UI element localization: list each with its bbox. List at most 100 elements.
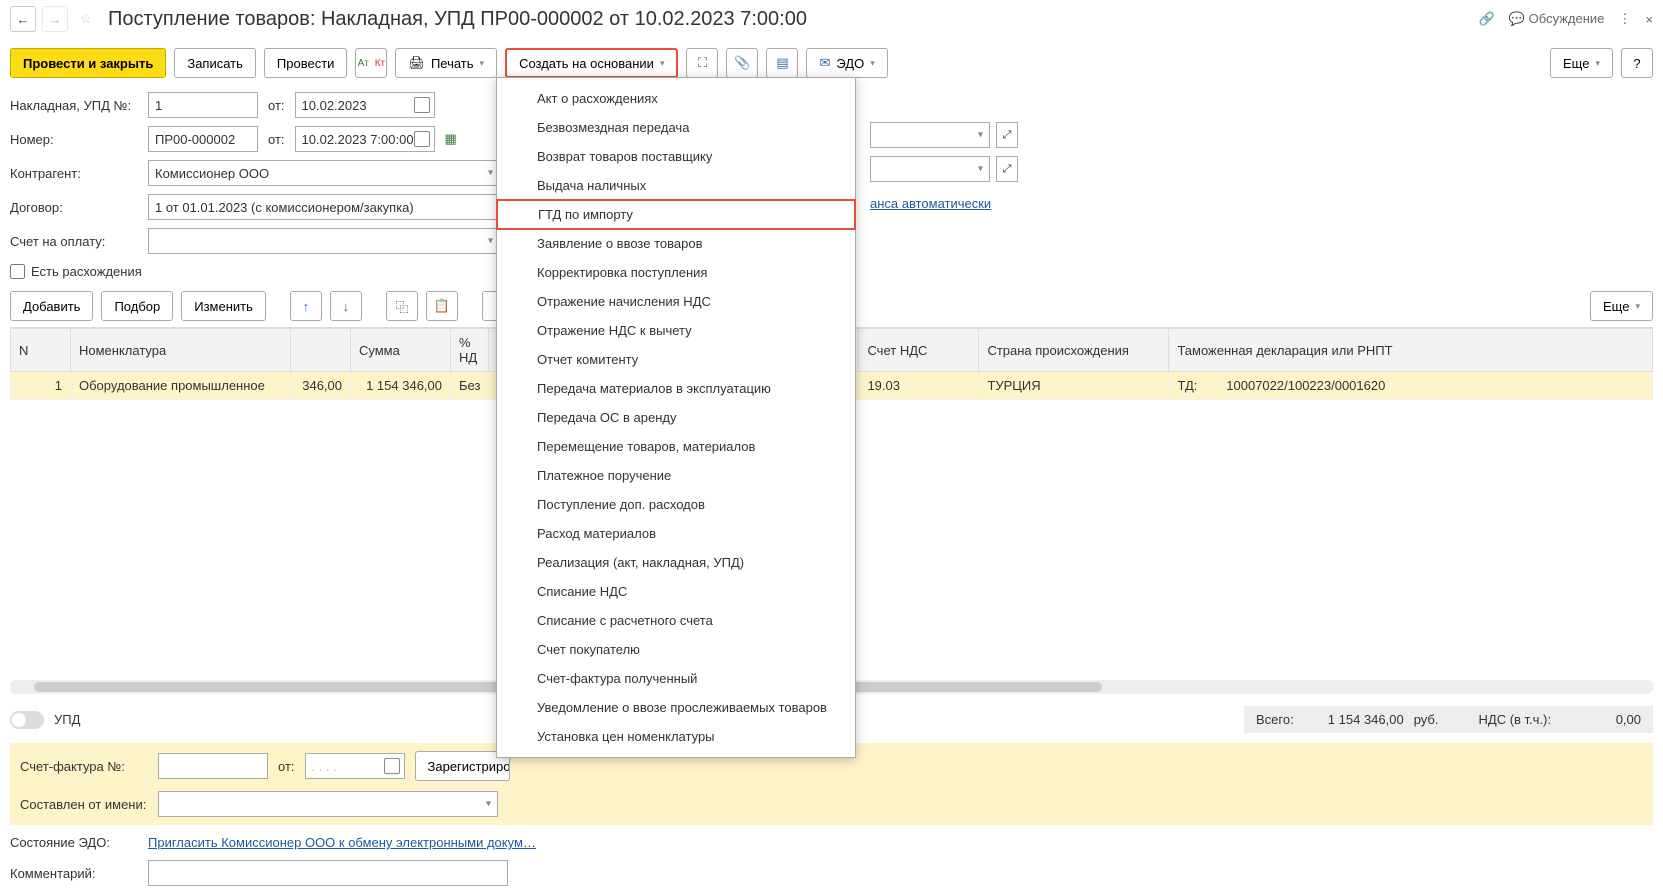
counterparty-input[interactable]: Комиссионер ООО (148, 160, 500, 186)
write-button[interactable]: Записать (174, 48, 256, 78)
dtct-icon-button[interactable]: АтКт (355, 48, 387, 78)
auto-advance-link[interactable]: анса автоматически (870, 196, 991, 211)
post-button[interactable]: Провести (264, 48, 348, 78)
menu-item[interactable]: Отчет комитенту (497, 345, 855, 374)
menu-item[interactable]: Передача материалов в эксплуатацию (497, 374, 855, 403)
number-label: Номер: (10, 132, 138, 147)
contract-input[interactable]: 1 от 01.01.2023 (с комиссионером/закупка… (148, 194, 518, 220)
menu-item[interactable]: Отражение начисления НДС (497, 287, 855, 316)
org-open-button[interactable]: ⤢ (996, 122, 1018, 148)
invoice-label: Накладная, УПД №: (10, 98, 138, 113)
currency-label: руб. (1414, 712, 1439, 727)
from-label-1: от: (268, 98, 285, 113)
composed-label: Составлен от имени: (20, 797, 148, 812)
col-sum[interactable]: Сумма (351, 329, 451, 372)
total-label: Всего: (1256, 712, 1294, 727)
copy-button[interactable]: ⿻ (386, 291, 418, 321)
menu-item[interactable]: Отражение НДС к вычету (497, 316, 855, 345)
create-based-on-menu: Акт о расхождениях Безвозмездная передач… (496, 77, 856, 758)
col-nomenclature[interactable]: Номенклатура (71, 329, 291, 372)
menu-item[interactable]: Корректировка поступления (497, 258, 855, 287)
related-icon-button[interactable]: ⛶ (686, 48, 718, 78)
menu-item[interactable]: Выдача наличных (497, 171, 855, 200)
discrepancy-label: Есть расхождения (31, 264, 142, 279)
sf-date-input[interactable]: . . . . (305, 753, 405, 779)
paste-button[interactable]: 📋 (426, 291, 458, 321)
nav-back-button[interactable]: ← (10, 6, 36, 32)
upd-toggle[interactable] (10, 711, 44, 729)
menu-item[interactable]: Поступление доп. расходов (497, 490, 855, 519)
col-customs[interactable]: Таможенная декларация или РНПТ (1169, 329, 1653, 372)
composed-input[interactable] (158, 791, 498, 817)
calendar-status-icon[interactable]: ▦ (445, 131, 457, 147)
move-down-button[interactable]: ↓ (330, 291, 362, 321)
menu-item[interactable]: Возврат товаров поставщику (497, 142, 855, 171)
menu-item[interactable]: Уведомление о ввозе прослеживаемых товар… (497, 693, 855, 722)
menu-item[interactable]: Акт о расхождениях (497, 84, 855, 113)
warehouse-open-button[interactable]: ⤢ (996, 156, 1018, 182)
change-button[interactable]: Изменить (181, 291, 266, 321)
col-vat-account[interactable]: Счет НДС (859, 329, 979, 372)
favorite-icon[interactable]: ☆ (74, 7, 98, 31)
col-origin[interactable]: Страна происхождения (979, 329, 1169, 372)
menu-item[interactable]: Списание НДС (497, 577, 855, 606)
link-icon[interactable]: 🔗 (1479, 11, 1495, 27)
send-icon: ✉ (819, 55, 830, 71)
nav-forward-button[interactable]: → (42, 6, 68, 32)
warehouse-dropdown[interactable] (870, 156, 990, 182)
edo-state-label: Состояние ЭДО: (10, 835, 138, 850)
menu-item[interactable]: Платежное поручение (497, 461, 855, 490)
kebab-icon[interactable]: ⋮ (1618, 11, 1631, 27)
col-vat-pct[interactable]: % НД (451, 329, 489, 372)
menu-item[interactable]: Расход материалов (497, 519, 855, 548)
sf-from-label: от: (278, 759, 295, 774)
upd-label: УПД (54, 712, 80, 727)
printer-icon: 🖨 (408, 55, 425, 71)
number-input[interactable]: ПР00-000002 (148, 126, 258, 152)
list-icon-button[interactable]: ▤ (766, 48, 798, 78)
vat-value: 0,00 (1561, 712, 1641, 727)
vat-label: НДС (в т.ч.): (1479, 712, 1552, 727)
sf-no-input[interactable] (158, 753, 268, 779)
add-row-button[interactable]: Добавить (10, 291, 93, 321)
table-more-button[interactable]: Еще▾ (1590, 291, 1653, 321)
comment-input[interactable] (148, 860, 508, 886)
col-n[interactable]: N (11, 329, 71, 372)
post-and-close-button[interactable]: Провести и закрыть (10, 48, 166, 78)
menu-item[interactable]: Перемещение товаров, материалов (497, 432, 855, 461)
move-up-button[interactable]: ↑ (290, 291, 322, 321)
menu-item-gtd-import[interactable]: ГТД по импорту (496, 199, 856, 230)
more-button[interactable]: Еще▾ (1550, 48, 1613, 78)
invoice-payment-input[interactable] (148, 228, 500, 254)
create-based-on-button[interactable]: Создать на основании▾ (505, 48, 678, 78)
discrepancy-checkbox[interactable] (10, 264, 25, 279)
print-button[interactable]: 🖨Печать▾ (395, 48, 497, 78)
help-button[interactable]: ? (1621, 48, 1653, 78)
from-label-2: от: (268, 132, 285, 147)
menu-item[interactable]: Счет покупателю (497, 635, 855, 664)
contract-label: Договор: (10, 200, 138, 215)
edo-invite-link[interactable]: Пригласить Комиссионер ООО к обмену элек… (148, 835, 536, 850)
invoice-no-input[interactable]: 1 (148, 92, 258, 118)
menu-item[interactable]: Передача ОС в аренду (497, 403, 855, 432)
number-datetime-input[interactable]: 10.02.2023 7:00:00 (295, 126, 435, 152)
close-icon[interactable]: × (1645, 12, 1653, 27)
edo-button[interactable]: ✉ЭДО▾ (806, 48, 887, 78)
attachment-icon-button[interactable]: 📎 (726, 48, 758, 78)
comment-label: Комментарий: (10, 866, 138, 881)
org-dropdown[interactable] (870, 122, 990, 148)
menu-item[interactable]: Списание с расчетного счета (497, 606, 855, 635)
counterparty-label: Контрагент: (10, 166, 138, 181)
menu-item[interactable]: Установка цен номенклатуры (497, 722, 855, 751)
menu-item[interactable]: Реализация (акт, накладная, УПД) (497, 548, 855, 577)
pick-button[interactable]: Подбор (101, 291, 173, 321)
col-qty[interactable] (291, 329, 351, 372)
menu-item[interactable]: Заявление о ввозе товаров (497, 229, 855, 258)
menu-item[interactable]: Безвозмездная передача (497, 113, 855, 142)
invoice-date-input[interactable]: 10.02.2023 (295, 92, 435, 118)
page-title: Поступление товаров: Накладная, УПД ПР00… (108, 8, 1473, 31)
invoice-payment-label: Счет на оплату: (10, 234, 138, 249)
sf-no-label: Счет-фактура №: (20, 759, 148, 774)
menu-item[interactable]: Счет-фактура полученный (497, 664, 855, 693)
discuss-button[interactable]: 💬 Обсуждение (1509, 11, 1605, 27)
